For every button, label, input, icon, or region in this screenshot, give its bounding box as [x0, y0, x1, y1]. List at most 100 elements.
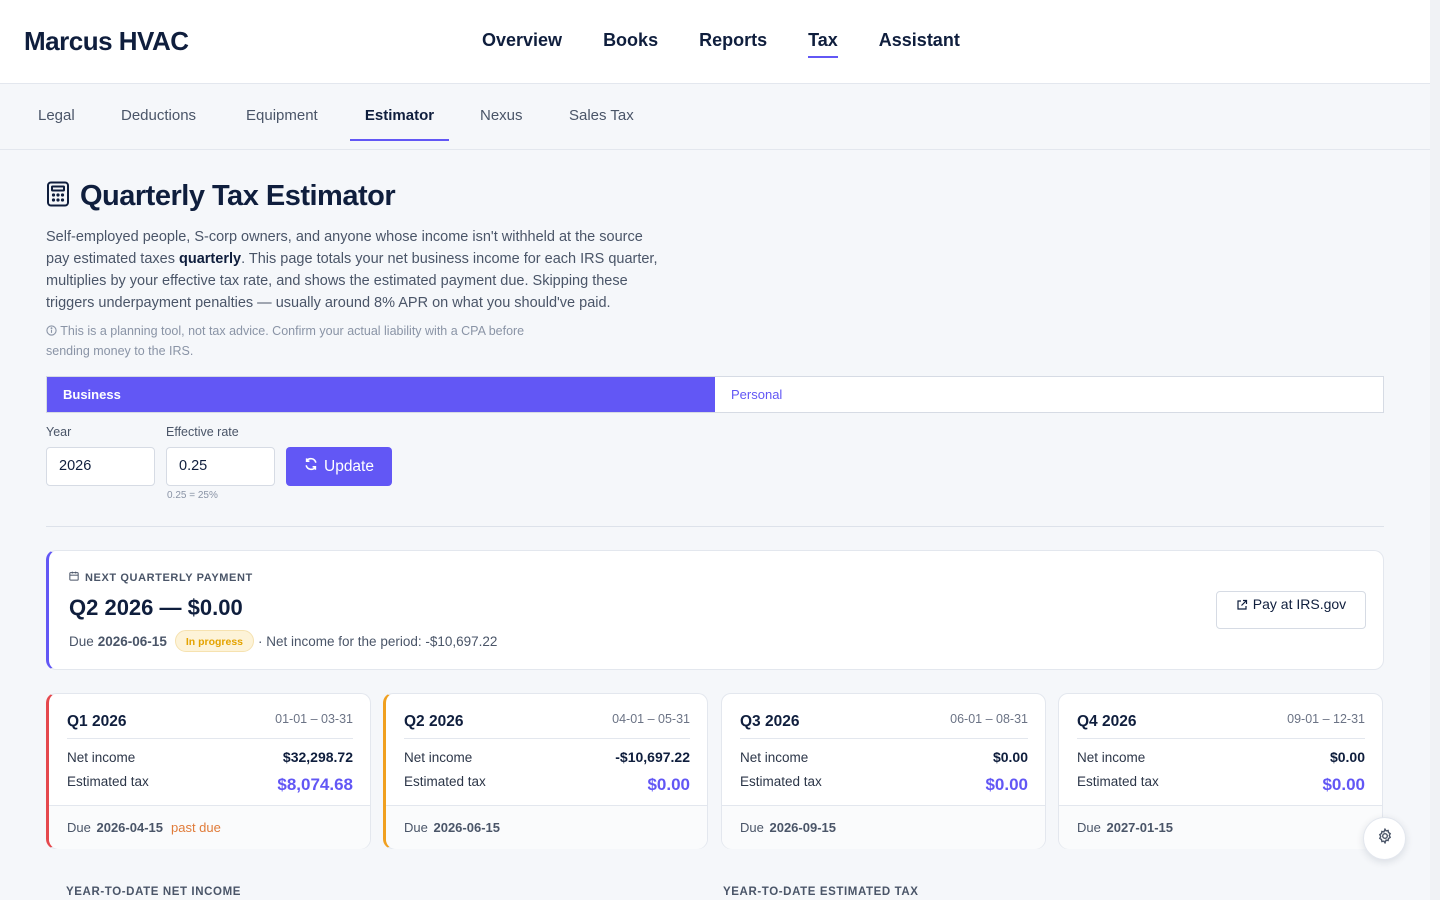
- page-scrollbar[interactable]: [1430, 0, 1440, 900]
- toggle-personal[interactable]: Personal: [715, 377, 1383, 412]
- nav-reports[interactable]: Reports: [699, 30, 767, 51]
- eyebrow-text: NEXT QUARTERLY PAYMENT: [85, 571, 253, 584]
- due-date: 2026-09-15: [769, 820, 836, 835]
- due-prefix: Due: [740, 820, 764, 835]
- next-payment-heading: Q2 2026 — $0.00: [69, 595, 243, 620]
- estimated-tax-label: Estimated tax: [67, 774, 149, 789]
- card-divider: [1077, 738, 1365, 739]
- due-date: 2026-06-15: [97, 633, 167, 649]
- due-date: 2026-06-15: [433, 820, 500, 835]
- pay-irs-button[interactable]: Pay at IRS.gov: [1216, 591, 1366, 629]
- tab-deductions[interactable]: Deductions: [121, 84, 196, 141]
- quarter-name: Q4 2026: [1077, 713, 1137, 730]
- year-input[interactable]: 2026: [46, 447, 155, 486]
- brand-name[interactable]: Marcus HVAC: [24, 26, 189, 57]
- nav-assistant[interactable]: Assistant: [879, 30, 960, 51]
- card-footer: Due 2026-09-15: [722, 805, 1045, 849]
- net-income-label: Net income: [1077, 750, 1146, 765]
- net-income-value: $32,298.72: [282, 749, 353, 765]
- refresh-icon: [304, 457, 318, 476]
- quarter-card-q4[interactable]: Q4 2026 09-01 – 12-31 Net income $0.00 E…: [1058, 693, 1383, 849]
- net-income-label: Net income: [740, 750, 809, 765]
- external-link-icon: [1236, 596, 1248, 614]
- quarter-range: 06-01 – 08-31: [950, 712, 1028, 726]
- estimated-tax-value: $0.00: [985, 775, 1028, 794]
- rate-input[interactable]: 0.25: [166, 447, 275, 486]
- next-payment-eyebrow: NEXT QUARTERLY PAYMENT: [69, 571, 253, 584]
- intro-text: Self-employed people, S-corp owners, and…: [46, 226, 666, 314]
- section-divider: [46, 526, 1384, 527]
- page-title: Quarterly Tax Estimator: [80, 180, 396, 212]
- due-line: Due 2026-04-15 past due: [67, 820, 221, 835]
- net-income-value: -$10,697.22: [615, 749, 690, 765]
- due-prefix: Due: [67, 820, 91, 835]
- nav-tax[interactable]: Tax: [808, 30, 838, 58]
- quarter-card-q2[interactable]: Q2 2026 04-01 – 05-31 Net income -$10,69…: [383, 693, 708, 849]
- tab-legal[interactable]: Legal: [38, 84, 75, 141]
- pay-label: Pay at IRS.gov: [1252, 596, 1347, 612]
- due-line: Due 2027-01-15: [1077, 820, 1173, 835]
- quarter-card-q3[interactable]: Q3 2026 06-01 – 08-31 Net income $0.00 E…: [721, 693, 1046, 849]
- estimated-tax-value: $8,074.68: [277, 775, 353, 794]
- due-line: Due 2026-09-15: [740, 820, 836, 835]
- net-income-label: Net income: [67, 750, 136, 765]
- update-button[interactable]: Update: [286, 447, 392, 486]
- quarter-name: Q2 2026: [404, 713, 464, 730]
- intro-text-emphasis: quarterly: [179, 251, 242, 267]
- rate-hint: 0.25 = 25%: [167, 490, 218, 501]
- estimated-tax-label: Estimated tax: [404, 774, 486, 789]
- card-footer: Due 2026-06-15: [386, 805, 707, 849]
- settings-fab[interactable]: [1363, 817, 1406, 860]
- main-nav: Overview Books Reports Tax Assistant: [482, 30, 1001, 58]
- ytd-estimated-tax-label: YEAR-TO-DATE ESTIMATED TAX: [723, 886, 919, 898]
- quarter-range: 09-01 – 12-31: [1287, 712, 1365, 726]
- quarter-range: 01-01 – 03-31: [275, 712, 353, 726]
- card-footer: Due 2027-01-15: [1059, 805, 1382, 849]
- info-icon: [46, 324, 57, 338]
- estimated-tax-value: $0.00: [647, 775, 690, 794]
- card-divider: [67, 738, 353, 739]
- estimated-tax-label: Estimated tax: [1077, 774, 1159, 789]
- scope-toggle: Business Personal: [46, 376, 1384, 413]
- tab-nexus[interactable]: Nexus: [480, 84, 523, 141]
- net-income-value: $0.00: [992, 749, 1028, 765]
- next-payment-card: NEXT QUARTERLY PAYMENT Q2 2026 — $0.00 D…: [46, 550, 1384, 670]
- top-bar: Marcus HVAC Overview Books Reports Tax A…: [0, 0, 1430, 84]
- due-prefix: Due: [1077, 820, 1101, 835]
- tab-estimator[interactable]: Estimator: [350, 84, 449, 141]
- gear-icon: [1377, 827, 1393, 849]
- rate-label: Effective rate: [166, 425, 239, 439]
- nav-books[interactable]: Books: [603, 30, 658, 51]
- past-due-flag: past due: [170, 820, 221, 835]
- due-prefix: Due: [404, 820, 428, 835]
- card-footer: Due 2026-04-15 past due: [49, 805, 370, 849]
- update-label: Update: [324, 457, 374, 475]
- disclaimer-text: This is a planning tool, not tax advice.…: [46, 324, 525, 358]
- net-income-value: $0.00: [1329, 749, 1365, 765]
- due-line: Due 2026-06-15: [404, 820, 500, 835]
- tab-sales-tax[interactable]: Sales Tax: [569, 84, 634, 141]
- calculator-icon: [46, 181, 70, 212]
- disclaimer: This is a planning tool, not tax advice.…: [46, 321, 566, 361]
- card-divider: [740, 738, 1028, 739]
- calendar-icon: [69, 571, 79, 584]
- year-label: Year: [46, 425, 72, 439]
- quarter-card-q1[interactable]: Q1 2026 01-01 – 03-31 Net income $32,298…: [46, 693, 371, 849]
- status-badge: In progress: [174, 630, 255, 652]
- tax-subnav: Legal Deductions Equipment Estimator Nex…: [0, 84, 1430, 150]
- page-title-row: Quarterly Tax Estimator: [46, 180, 396, 213]
- ytd-net-income-label: YEAR-TO-DATE NET INCOME: [66, 886, 242, 898]
- nav-overview[interactable]: Overview: [482, 30, 562, 51]
- due-prefix: Due: [69, 633, 94, 649]
- toggle-business[interactable]: Business: [47, 377, 715, 412]
- period-net-income: · Net income for the period: -$10,697.22: [258, 633, 498, 649]
- estimated-tax-label: Estimated tax: [740, 774, 822, 789]
- net-income-label: Net income: [404, 750, 473, 765]
- next-payment-meta: Due 2026-06-15 In progress · Net income …: [69, 630, 497, 652]
- due-date: 2027-01-15: [1106, 820, 1173, 835]
- quarter-name: Q1 2026: [67, 713, 127, 730]
- tab-equipment[interactable]: Equipment: [246, 84, 318, 141]
- quarter-name: Q3 2026: [740, 713, 800, 730]
- due-date: 2026-04-15: [96, 820, 163, 835]
- card-divider: [404, 738, 690, 739]
